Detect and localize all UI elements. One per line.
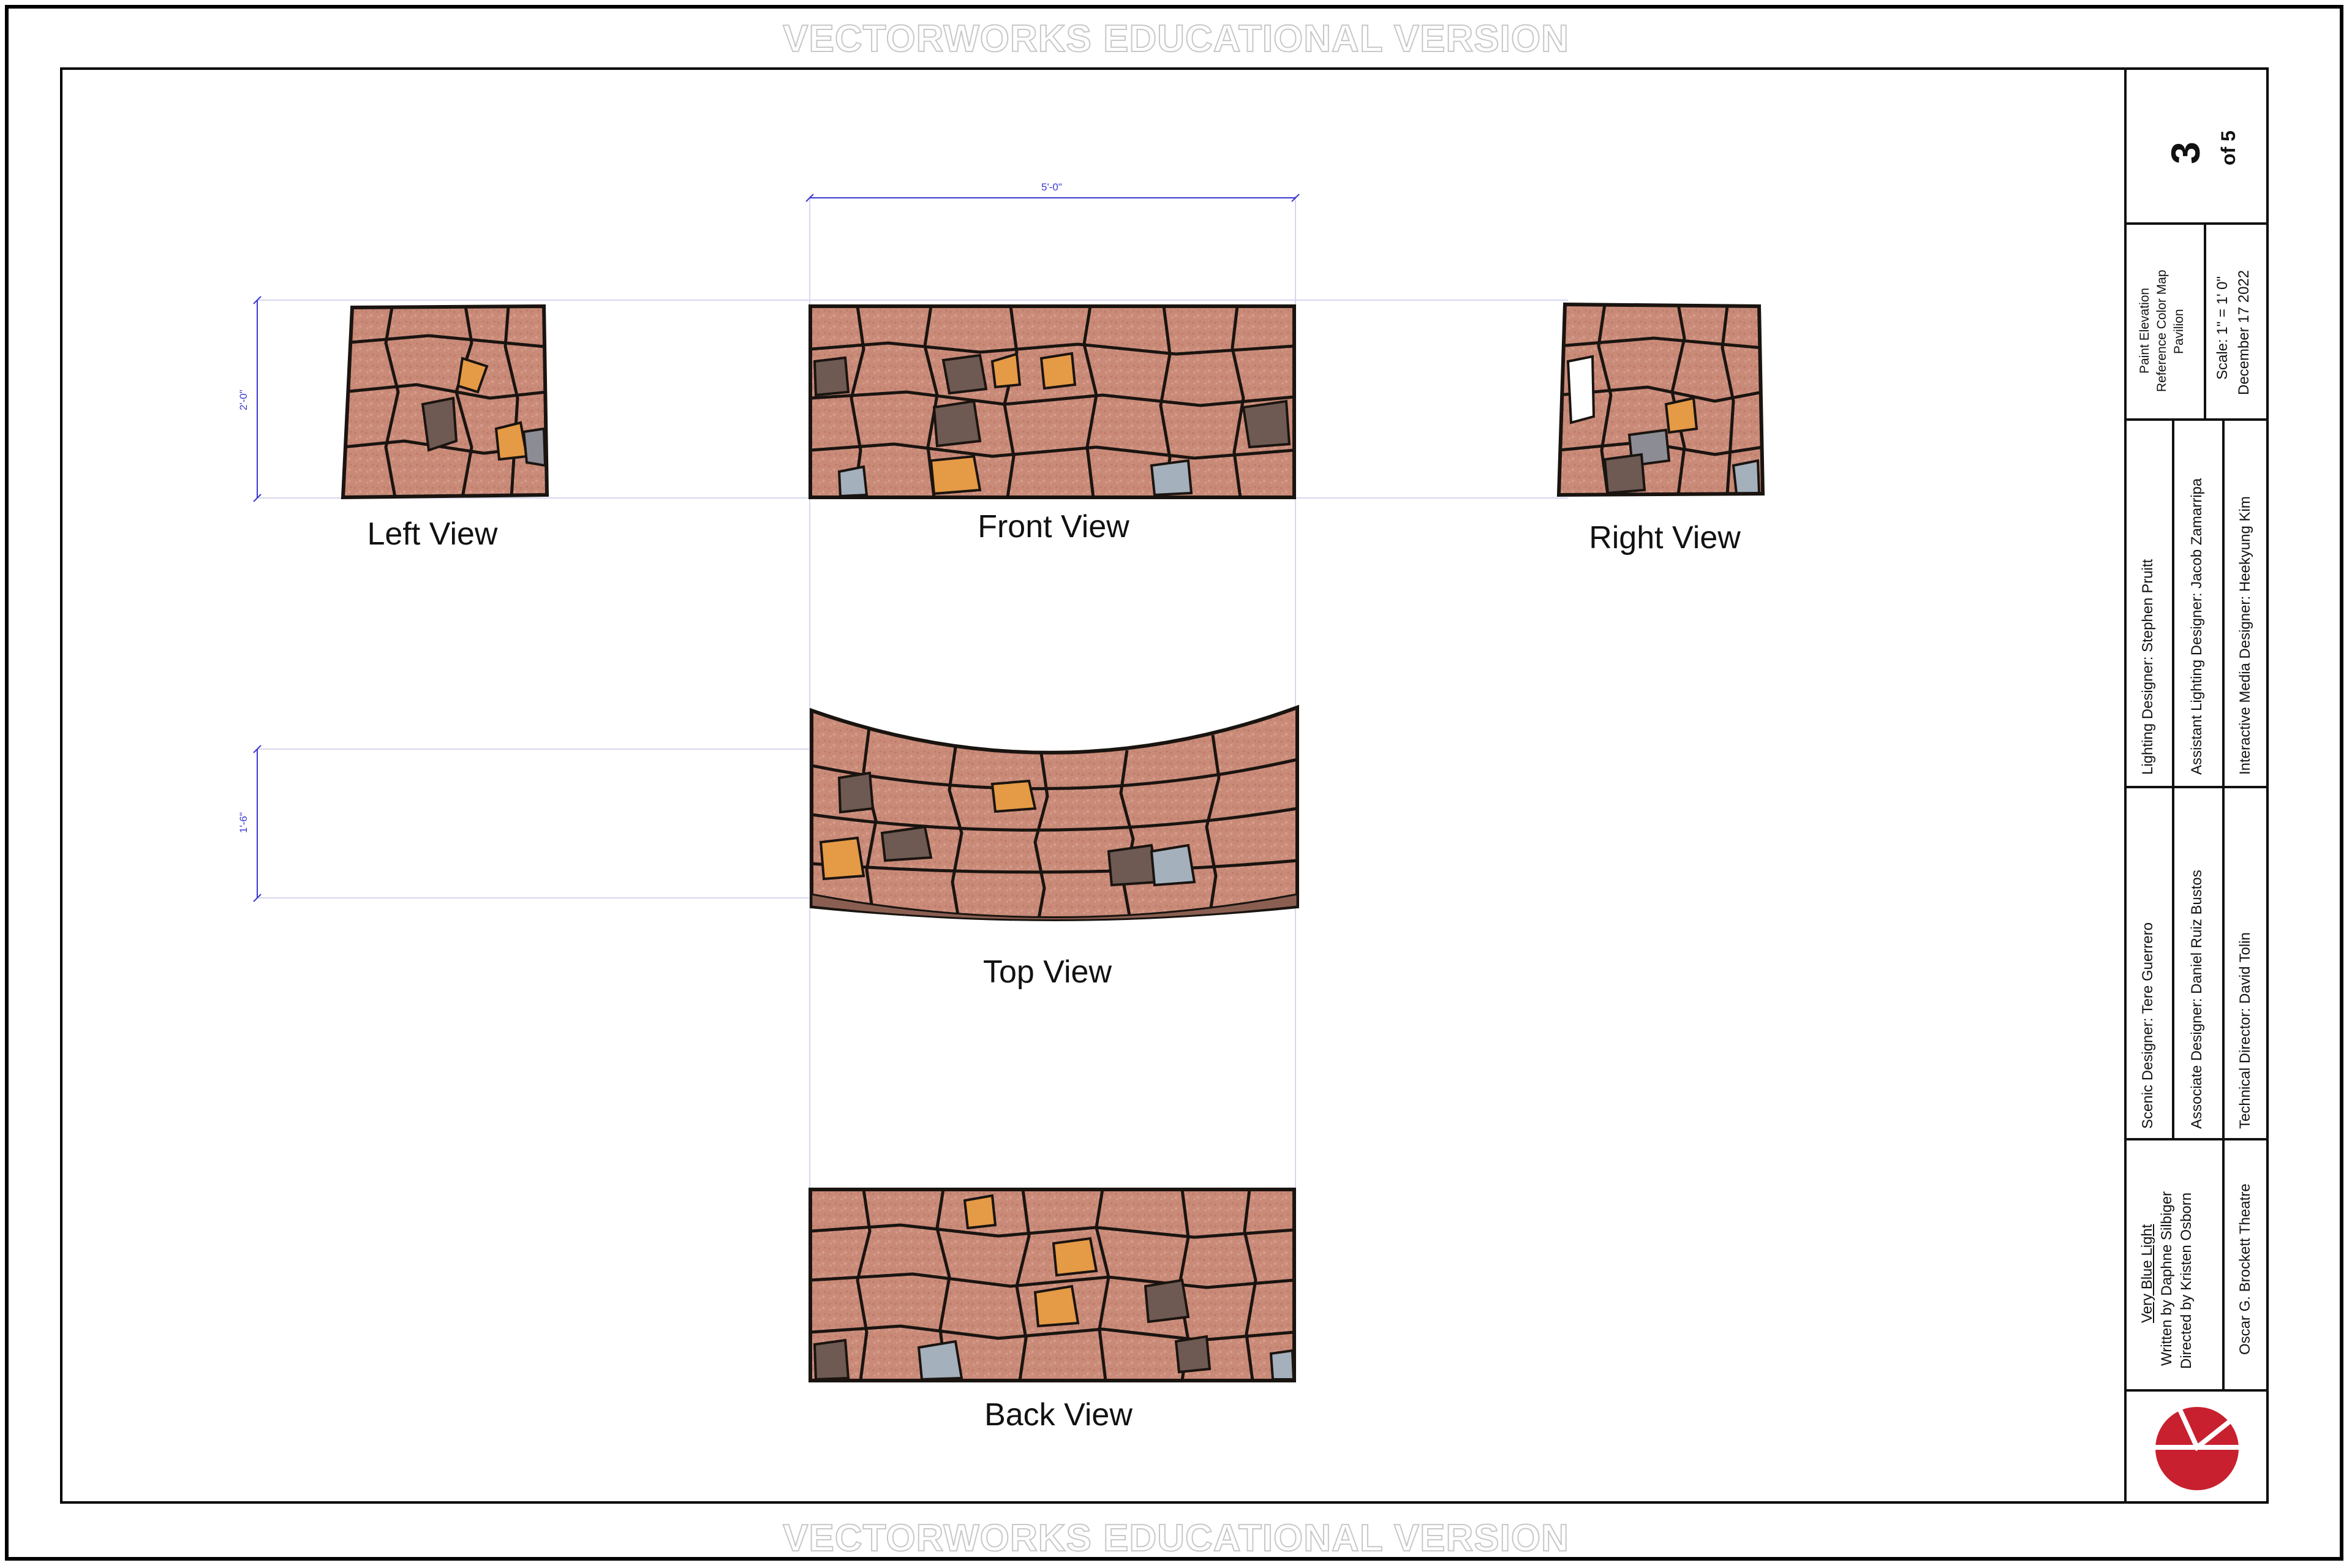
- left-view-label: Left View: [367, 516, 498, 552]
- front-view-label: Front View: [978, 509, 1129, 545]
- scenic-designer: Scenic Designer: Tere Guerrero: [2139, 922, 2156, 1129]
- sheet-number: 3: [2163, 141, 2208, 164]
- top-view-label: Top View: [982, 954, 1112, 990]
- right-view-label: Right View: [1589, 520, 1741, 556]
- production-title: Very Blue Light: [2139, 1224, 2155, 1323]
- right-view-stones: [1559, 304, 1763, 495]
- back-view-label: Back View: [984, 1397, 1133, 1433]
- theatre-name: Oscar G. Brockett Theatre: [2237, 1183, 2253, 1355]
- back-view-stones: [810, 1189, 1294, 1381]
- sheet-scale: Scale: 1" = 1' 0": [2214, 276, 2231, 380]
- directed-by: Directed by Kristen Osborn: [2178, 1192, 2195, 1369]
- top-view-stones: [812, 707, 1297, 919]
- height-dimension-top: 1'-6": [238, 812, 249, 833]
- assistant-lighting-designer: Assistant Lighting Designer: Jacob Zamar…: [2188, 478, 2205, 775]
- height-dimension-front: 2'-0": [238, 390, 249, 410]
- sheet-title-line3: Pavilion: [2172, 309, 2186, 354]
- sheet-title-line1: Paint Elevation: [2138, 287, 2152, 374]
- associate-designer: Associate Designer: Daniel Ruiz Bustos: [2188, 870, 2205, 1129]
- technical-director: Technical Director: David Tolin: [2237, 932, 2253, 1129]
- sheet-title-line2: Reference Color Map: [2155, 270, 2169, 392]
- theatre-logo: [2155, 1406, 2239, 1490]
- sheet-date: December 17 2022: [2236, 270, 2252, 395]
- elevation-drawing: [253, 67, 2269, 1504]
- sheet-of: of 5: [2217, 130, 2239, 165]
- front-view-stones: [810, 306, 1294, 497]
- interactive-media-designer: Interactive Media Designer: Heekyung Kim: [2237, 496, 2253, 775]
- written-by: Written by Daphne Silbiger: [2158, 1191, 2175, 1366]
- left-view-stones: [343, 306, 547, 497]
- width-dimension: 5'-0": [1041, 181, 1062, 193]
- lighting-designer: Lighting Designer: Stephen Pruitt: [2139, 559, 2156, 775]
